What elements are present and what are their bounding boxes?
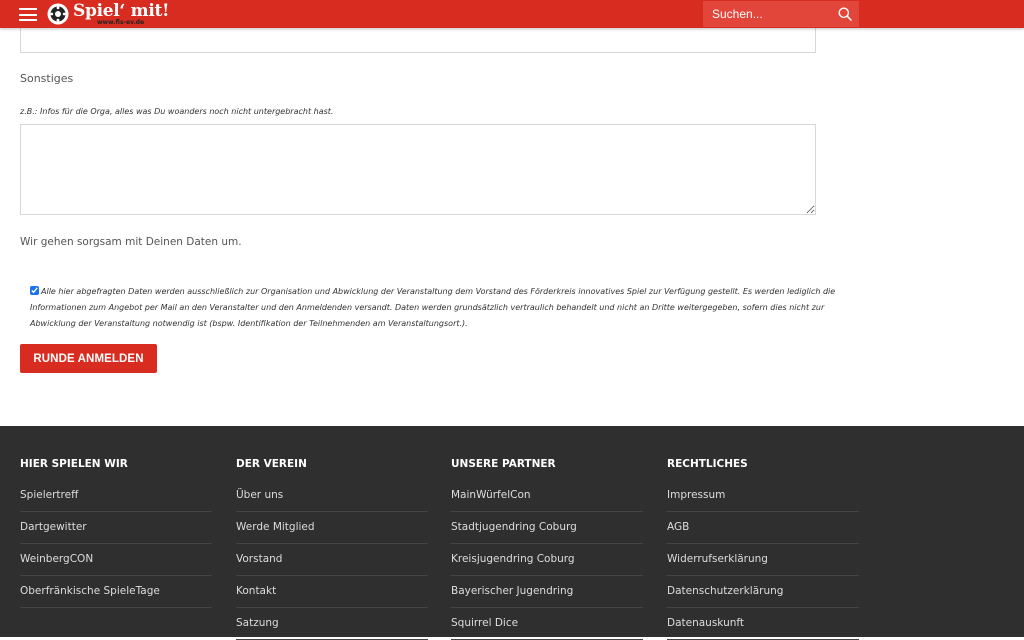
footer-link-item: AGB: [667, 512, 859, 544]
footer-column-title: DER VEREIN: [236, 458, 307, 470]
footer-link-item: Stadtjugendring Coburg: [451, 512, 643, 544]
footer-link-item: Werde Mitglied: [236, 512, 428, 544]
submit-button[interactable]: RUNDE ANMELDEN: [20, 344, 157, 373]
site-logo[interactable]: Spiel‘ mit! www.fis-ev.de: [47, 1, 170, 27]
consent-block: Alle hier abgefragten Daten werden aussc…: [30, 284, 845, 332]
footer-link-datenschutzerklaerung[interactable]: Datenschutzerklärung: [667, 585, 783, 597]
footer-link-impressum[interactable]: Impressum: [667, 489, 725, 501]
footer-link-item: Satzung: [236, 608, 428, 640]
footer-link-ueber-uns[interactable]: Über uns: [236, 489, 283, 501]
footer-link-oberfraenkische-spieletage[interactable]: Oberfränkische SpieleTage: [20, 585, 160, 597]
logo-url: www.fis-ev.de: [97, 19, 145, 26]
privacy-note: Wir gehen sorgsam mit Deinen Daten um.: [20, 236, 242, 248]
footer-link-bayerischer-jugendring[interactable]: Bayerischer Jugendring: [451, 585, 573, 597]
footer-link-item: Impressum: [667, 480, 859, 512]
footer-link-item: Bayerischer Jugendring: [451, 576, 643, 608]
footer-link-werde-mitglied[interactable]: Werde Mitglied: [236, 521, 315, 533]
menu-hamburger-icon[interactable]: [19, 8, 37, 21]
footer-column-title: RECHTLICHES: [667, 458, 748, 470]
sonstiges-label: Sonstiges: [20, 72, 74, 85]
footer-link-item: Über uns: [236, 480, 428, 512]
footer-link-vorstand[interactable]: Vorstand: [236, 553, 282, 565]
site-footer: HIER SPIELEN WIR Spielertreff Dartgewitt…: [0, 426, 1024, 640]
footer-link-dartgewitter[interactable]: Dartgewitter: [20, 521, 87, 533]
footer-link-item: MainWürfelCon: [451, 480, 643, 512]
footer-link-spielertreff[interactable]: Spielertreff: [20, 489, 78, 501]
footer-link-kontakt[interactable]: Kontakt: [236, 585, 276, 597]
sonstiges-hint: z.B.: Infos für die Orga, alles was Du w…: [20, 107, 334, 116]
search-box: [703, 1, 859, 27]
footer-link-item: Kreisjugendring Coburg: [451, 544, 643, 576]
footer-link-item: Dartgewitter: [20, 512, 212, 544]
footer-link-item: Datenauskunft: [667, 608, 859, 640]
footer-link-item: Widerrufserklärung: [667, 544, 859, 576]
logo-wordmark: Spiel‘ mit!: [73, 1, 170, 21]
footer-link-item: Spielertreff: [20, 480, 212, 512]
consent-checkbox[interactable]: [30, 286, 39, 295]
footer-link-squirrel-dice[interactable]: Squirrel Dice: [451, 617, 518, 629]
footer-link-datenauskunft[interactable]: Datenauskunft: [667, 617, 744, 629]
footer-column-title: UNSERE PARTNER: [451, 458, 556, 470]
footer-link-item: Vorstand: [236, 544, 428, 576]
footer-link-item: Oberfränkische SpieleTage: [20, 576, 212, 608]
footer-link-weinbergcon[interactable]: WeinbergCON: [20, 553, 93, 565]
top-navigation-bar: Spiel‘ mit! www.fis-ev.de: [0, 0, 1024, 28]
sonstiges-textarea-wrapper: [20, 124, 816, 215]
dice-logo-icon: [47, 3, 69, 25]
footer-link-item: Datenschutzerklärung: [667, 576, 859, 608]
footer-link-widerrufserklaerung[interactable]: Widerrufserklärung: [667, 553, 768, 565]
search-icon[interactable]: [838, 7, 852, 21]
sonstiges-textarea[interactable]: [21, 125, 815, 214]
footer-link-stadtjugendring-coburg[interactable]: Stadtjugendring Coburg: [451, 521, 577, 533]
consent-text: Alle hier abgefragten Daten werden aussc…: [30, 287, 836, 328]
footer-link-kreisjugendring-coburg[interactable]: Kreisjugendring Coburg: [451, 553, 575, 565]
footer-link-item: Squirrel Dice: [451, 608, 643, 640]
footer-link-agb[interactable]: AGB: [667, 521, 689, 533]
footer-link-mainwuerfelcon[interactable]: MainWürfelCon: [451, 489, 531, 501]
footer-link-item: Kontakt: [236, 576, 428, 608]
footer-link-item: WeinbergCON: [20, 544, 212, 576]
footer-link-satzung[interactable]: Satzung: [236, 617, 279, 629]
search-input[interactable]: [703, 1, 829, 27]
footer-column-title: HIER SPIELEN WIR: [20, 458, 128, 470]
